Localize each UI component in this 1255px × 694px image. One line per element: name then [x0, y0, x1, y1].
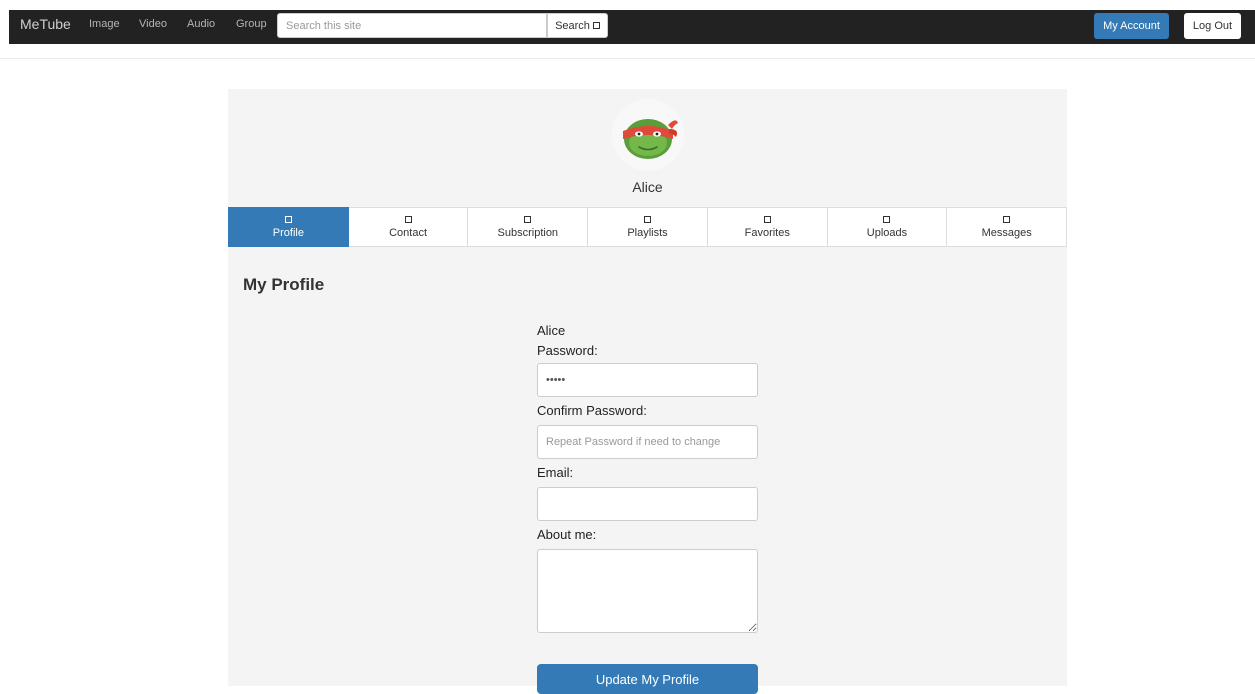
password-field[interactable] [537, 363, 758, 397]
playlists-icon [644, 215, 652, 223]
tab-label: Uploads [866, 226, 908, 239]
tab-favorites[interactable]: Favorites [707, 207, 828, 247]
confirm-password-field[interactable] [537, 425, 758, 459]
tab-uploads[interactable]: Uploads [827, 207, 948, 247]
tab-playlists[interactable]: Playlists [588, 207, 708, 247]
log-out-button[interactable]: Log Out [1184, 13, 1241, 39]
search-button-label: Search [555, 19, 590, 32]
tab-label: Messages [981, 226, 1032, 239]
top-navbar: MeTube Image Video Audio Group Search My… [9, 10, 1255, 44]
contact-icon [404, 215, 412, 223]
ninja-turtle-avatar-icon [623, 119, 678, 159]
nav-link-audio[interactable]: Audio [187, 18, 215, 30]
password-label: Password: [537, 343, 598, 358]
profile-form: Alice Password: Confirm Password: Email:… [537, 321, 759, 694]
subscription-icon [524, 215, 532, 223]
search-button[interactable]: Search [547, 13, 608, 38]
tab-label: Playlists [627, 226, 668, 239]
profile-panel: Alice Profile Contact Subscription Playl… [228, 89, 1068, 694]
tab-label: Subscription [497, 226, 559, 239]
display-name: Alice [537, 323, 566, 338]
tab-profile[interactable]: Profile [228, 207, 349, 247]
uploads-icon [883, 215, 891, 223]
email-label: Email: [537, 465, 574, 480]
tab-label: Profile [272, 226, 304, 239]
profile-icon [284, 215, 292, 223]
profile-username: Alice [632, 179, 663, 195]
nav-link-image[interactable]: Image [89, 18, 120, 30]
email-field[interactable] [537, 487, 758, 521]
about-me-label: About me: [537, 527, 597, 542]
tab-label: Contact [389, 226, 428, 239]
tab-contact[interactable]: Contact [348, 207, 469, 247]
avatar [612, 99, 684, 171]
navbar-divider [0, 58, 1255, 59]
my-account-button[interactable]: My Account [1094, 13, 1169, 39]
brand-link[interactable]: MeTube [20, 16, 71, 32]
search-icon [592, 22, 600, 29]
confirm-password-label: Confirm Password: [537, 403, 647, 418]
profile-tabs: Profile Contact Subscription Playlists F… [228, 207, 1068, 247]
favorites-icon [763, 215, 771, 223]
messages-icon [1003, 215, 1011, 223]
tab-messages[interactable]: Messages [947, 207, 1068, 247]
nav-link-video[interactable]: Video [139, 18, 167, 30]
update-profile-button[interactable]: Update My Profile [537, 664, 758, 694]
tab-subscription[interactable]: Subscription [468, 207, 589, 247]
nav-link-group[interactable]: Group [236, 18, 267, 30]
tab-label: Favorites [744, 226, 790, 239]
page-title: My Profile [243, 275, 325, 294]
about-me-textarea[interactable] [537, 549, 758, 633]
search-input[interactable] [277, 13, 547, 38]
